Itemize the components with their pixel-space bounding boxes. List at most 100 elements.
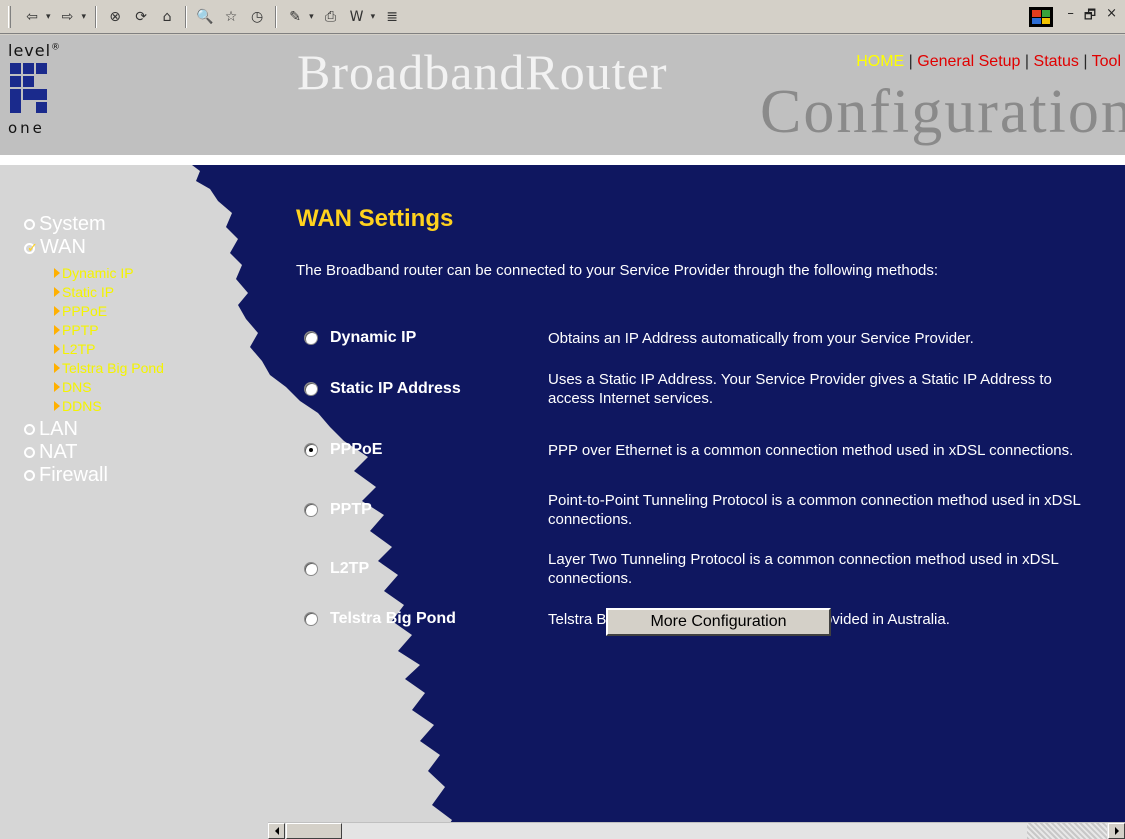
arrow-right-icon <box>54 267 60 278</box>
intro-text: The Broadband router can be connected to… <box>296 262 939 279</box>
scroll-right-button[interactable] <box>1108 823 1125 839</box>
back-button[interactable]: ⇦ <box>22 6 42 28</box>
option-label[interactable]: Telstra Big Pond <box>318 610 548 628</box>
stop-button[interactable]: ⊗ <box>105 6 125 28</box>
wan-submenu-item-ddns[interactable]: DDNS <box>24 396 164 415</box>
nav-link-status[interactable]: Status <box>1034 53 1079 70</box>
header-divider <box>0 155 1125 165</box>
option-description: Point-to-Point Tunneling Protocol is a c… <box>548 492 1081 528</box>
favorites-button[interactable]: ☆ <box>221 6 241 28</box>
word-button[interactable]: W <box>347 6 367 28</box>
top-navigation: HOME | General Setup | Status | Tool <box>856 53 1121 71</box>
edit-icon: ✎ <box>289 8 301 25</box>
forward-icon: ⇨ <box>61 8 74 25</box>
option-label[interactable]: Static IP Address <box>318 380 548 398</box>
option-label[interactable]: L2TP <box>318 560 548 578</box>
arrow-right-icon <box>54 324 60 335</box>
horizontal-scrollbar[interactable] <box>268 822 1125 839</box>
option-description: Layer Two Tunneling Protocol is a common… <box>548 551 1059 587</box>
minimize-icon[interactable]: – <box>1067 6 1074 28</box>
sidebar-item-label: NAT <box>39 441 78 463</box>
dropdown-arrow-icon[interactable]: ▾ <box>82 11 87 22</box>
arrow-right-icon <box>54 400 60 411</box>
sidebar-item-label: WAN <box>40 236 86 258</box>
discuss-icon: ≣ <box>386 8 398 25</box>
radio-l2tp[interactable] <box>304 562 318 576</box>
forward-button[interactable]: ⇨ <box>58 6 78 28</box>
circle-bullet-icon <box>24 424 35 435</box>
sidebar-item-firewall[interactable]: Firewall <box>24 464 164 487</box>
nav-separator: | <box>1083 53 1088 70</box>
sidebar-item-label: LAN <box>39 418 78 440</box>
print-button[interactable]: ⎙ <box>321 6 341 28</box>
refresh-button[interactable]: ⟳ <box>131 6 151 28</box>
nav-separator: | <box>908 53 913 70</box>
more-configuration-button[interactable]: More Configuration <box>606 608 831 636</box>
scrollbar-track <box>1027 823 1107 839</box>
logo-grid-icon <box>10 63 56 117</box>
nav-link-home[interactable]: HOME <box>856 53 904 70</box>
radio-pppoe[interactable] <box>304 443 318 457</box>
nav-link-tools[interactable]: Tool <box>1092 53 1121 70</box>
wan-submenu-item-l2tp[interactable]: L2TP <box>24 339 164 358</box>
word-icon: W <box>349 8 364 25</box>
wan-submenu-item-pptp[interactable]: PPTP <box>24 320 164 339</box>
option-label[interactable]: PPTP <box>318 501 548 519</box>
discuss-button[interactable]: ≣ <box>382 6 402 28</box>
wan-submenu-item-telstra-big-pond[interactable]: Telstra Big Pond <box>24 358 164 377</box>
scrollbar-thumb[interactable] <box>286 823 342 839</box>
sidebar-item-system[interactable]: System <box>24 213 164 236</box>
header-title-configuration: Configuration <box>760 78 1125 146</box>
dropdown-arrow-icon[interactable]: ▾ <box>46 11 51 22</box>
radio-pptp[interactable] <box>304 503 318 517</box>
wan-submenu-label: Telstra Big Pond <box>62 359 164 376</box>
windows-logo-icon <box>1029 7 1053 27</box>
home-button[interactable]: ⌂ <box>157 6 177 28</box>
browser-toolbar: ⇦ ▾ ⇨ ▾ ⊗ ⟳ ⌂ 🔍 ☆ ◷ ✎ ▾ ⎙ W ▾ ≣ – 🗗 × <box>0 0 1125 34</box>
sidebar-item-wan[interactable]: ✓ WAN <box>24 236 164 259</box>
nav-separator: | <box>1024 53 1030 70</box>
circle-bullet-icon <box>24 219 35 230</box>
close-icon[interactable]: × <box>1106 6 1117 28</box>
sidebar-menu: System ✓ WAN Dynamic IP Static IP PPPoE PPT… <box>24 213 164 487</box>
levelone-logo: level® one <box>8 41 63 149</box>
page-title: WAN Settings <box>296 205 454 232</box>
option-label[interactable]: PPPoE <box>318 441 548 459</box>
edit-button[interactable]: ✎ <box>285 6 305 28</box>
search-button[interactable]: 🔍 <box>195 6 215 28</box>
sidebar-item-nat[interactable]: NAT <box>24 441 164 464</box>
wan-submenu-item-static-ip[interactable]: Static IP <box>24 282 164 301</box>
option-description: Obtains an IP Address automatically from… <box>548 329 974 347</box>
option-row-l2tp: L2TP Layer Two Tunneling Protocol is a co… <box>300 546 1100 592</box>
restore-icon[interactable]: 🗗 <box>1084 6 1096 28</box>
wan-submenu-item-dynamic-ip[interactable]: Dynamic IP <box>24 263 164 282</box>
scroll-left-button[interactable] <box>268 823 285 839</box>
history-button[interactable]: ◷ <box>247 6 267 28</box>
toolbar-separator <box>185 5 188 28</box>
option-row-pppoe: PPPoE PPP over Ethernet is a common conne… <box>300 427 1100 473</box>
option-description: Uses a Static IP Address. Your Service P… <box>548 371 1052 407</box>
wan-submenu-item-dns[interactable]: DNS <box>24 377 164 396</box>
radio-static-ip-address[interactable] <box>304 382 318 396</box>
toolbar-grip[interactable] <box>8 5 11 28</box>
sidebar-item-label: Firewall <box>39 464 108 486</box>
radio-telstra-big-pond[interactable] <box>304 612 318 626</box>
option-label[interactable]: Dynamic IP <box>318 329 548 347</box>
favorites-icon: ☆ <box>224 8 238 25</box>
arrow-right-icon <box>54 362 60 373</box>
toolbar-separator <box>275 5 278 28</box>
arrow-right-icon <box>54 305 60 316</box>
wan-submenu-item-pppoe[interactable]: PPPoE <box>24 301 164 320</box>
toolbar-buttons: ⇦ ▾ ⇨ ▾ ⊗ ⟳ ⌂ 🔍 ☆ ◷ ✎ ▾ ⎙ W ▾ ≣ <box>19 5 405 28</box>
nav-link-general-setup[interactable]: General Setup <box>917 53 1020 70</box>
wan-submenu-label: DNS <box>62 378 92 395</box>
dropdown-arrow-icon[interactable]: ▾ <box>371 11 376 22</box>
toolbar-separator <box>95 5 98 28</box>
wan-submenu-label: Dynamic IP <box>62 264 134 281</box>
dropdown-arrow-icon[interactable]: ▾ <box>309 11 314 22</box>
option-row-pptp: PPTP Point-to-Point Tunneling Protocol is… <box>300 487 1100 533</box>
radio-dynamic-ip[interactable] <box>304 331 318 345</box>
search-icon: 🔍 <box>196 8 214 25</box>
stop-icon: ⊗ <box>109 8 121 25</box>
sidebar-item-lan[interactable]: LAN <box>24 418 164 441</box>
